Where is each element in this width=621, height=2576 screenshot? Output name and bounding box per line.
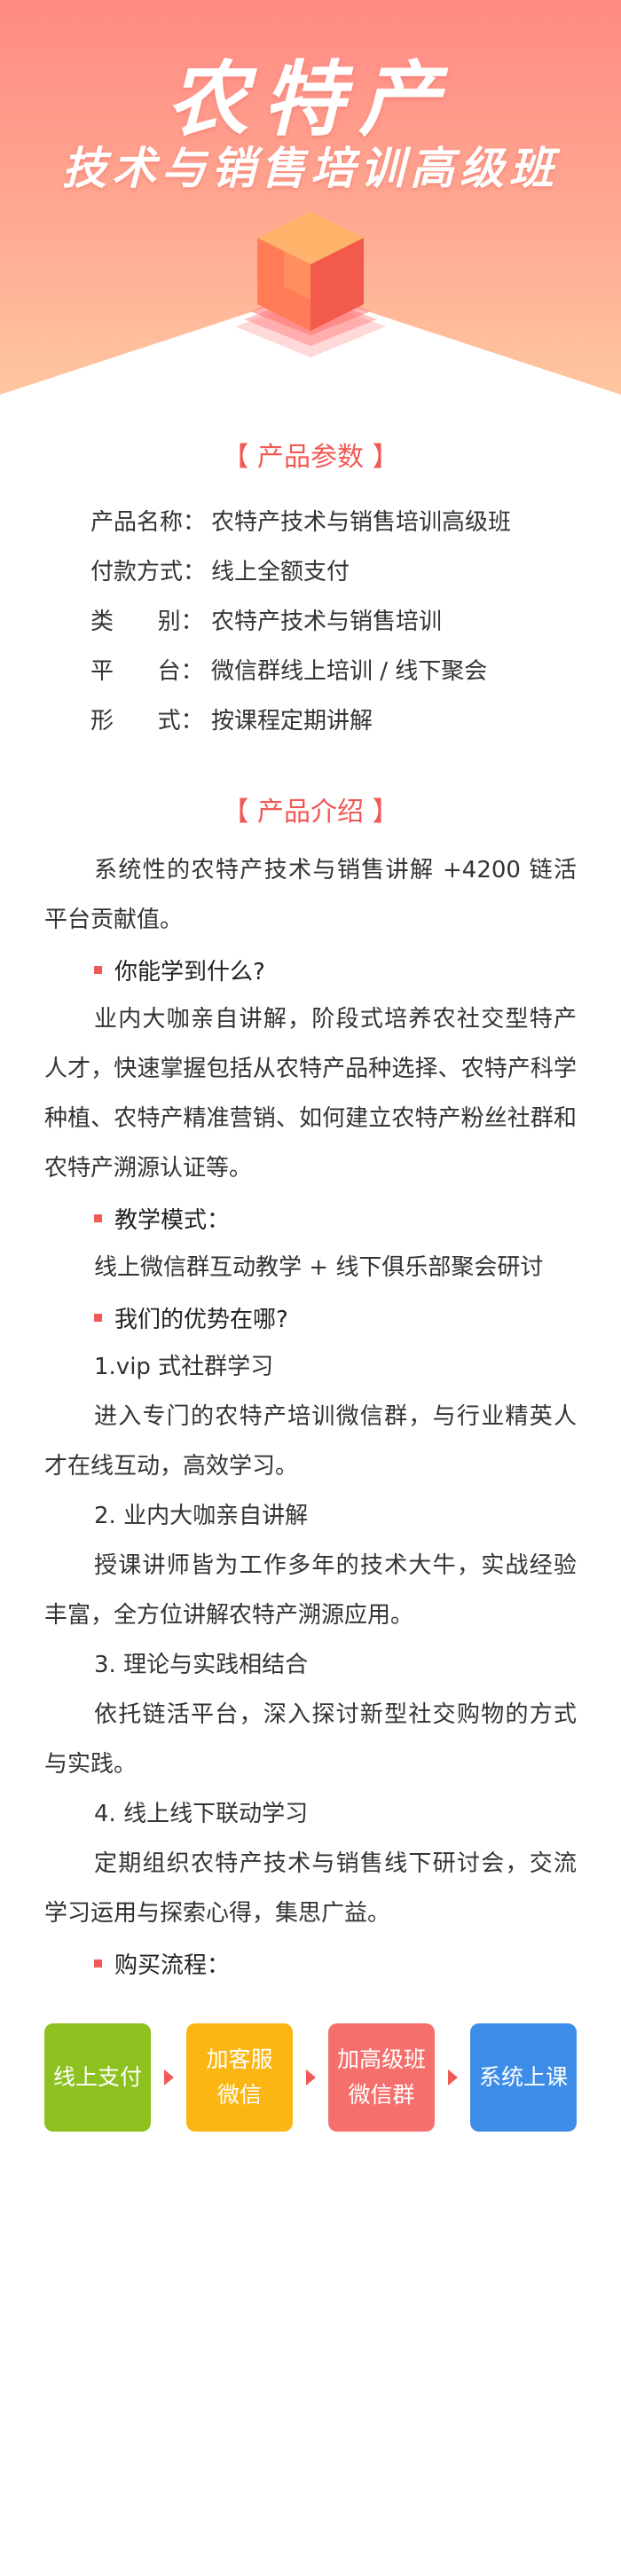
hero-subtitle: 技术与销售培训高级班	[62, 142, 559, 194]
param-row: 产品名称： 农特产技术与销售培训高级班	[90, 495, 511, 545]
param-row: 类 别： 农特产技术与销售培训	[90, 594, 511, 644]
bullet-square-icon	[94, 965, 102, 974]
advantage-text: 授课讲师皆为工作多年的技术大牛，实战经验丰富，全方位讲解农特产溯源应用。	[44, 1552, 577, 1629]
step-label: 加客服 微信	[206, 2046, 273, 2108]
param-value: 微信群线上培训 / 线下聚会	[211, 657, 488, 685]
bullet-heading: 我们的优势在哪?	[44, 1292, 577, 1342]
param-key: 付款方式：	[90, 558, 207, 585]
intro-paragraph: 线上微信群互动教学 + 线下俱乐部聚会研讨	[94, 1254, 544, 1281]
bullet-text: 你能学到什么?	[114, 958, 265, 986]
arrow-right-icon	[164, 2069, 174, 2085]
bullet-text: 教学模式：	[114, 1206, 231, 1234]
param-key: 类 别：	[90, 608, 204, 635]
process-step-pay: 线上支付	[44, 2023, 151, 2132]
hero-banner: 农特产 技术与销售培训高级班	[0, 0, 621, 408]
process-step-add-service: 加客服 微信	[186, 2023, 293, 2132]
intro-paragraph: 系统性的农特产技术与销售讲解 +4200 链活平台贡献值。	[44, 857, 577, 933]
param-row: 形 式： 按课程定期讲解	[90, 694, 511, 743]
param-value: 农特产技术与销售培训	[211, 608, 443, 635]
bullet-square-icon	[94, 1213, 102, 1222]
step-label: 线上支付	[52, 2064, 142, 2090]
purchase-process: 线上支付 加客服 微信 加高级班 微信群 系统上课	[44, 2023, 577, 2132]
advantage-text: 依托链活平台，深入探讨新型社交购物的方式与实践。	[44, 1701, 577, 1778]
bullet-heading: 购买流程：	[44, 1938, 577, 1988]
step-label: 加高级班 微信群	[336, 2046, 426, 2108]
param-row: 付款方式： 线上全额支付	[90, 545, 511, 594]
intro-body: 系统性的农特产技术与销售讲解 +4200 链活平台贡献值。 你能学到什么? 业内…	[44, 845, 577, 1988]
advantage-title: 2. 业内大咖亲自讲解	[94, 1503, 309, 1529]
intro-section-title: 【 产品介绍 】	[222, 797, 399, 828]
param-key: 平 台：	[90, 657, 204, 685]
process-step-join-group: 加高级班 微信群	[328, 2023, 435, 2132]
param-value: 线上全额支付	[211, 558, 350, 585]
bullet-text: 购买流程：	[114, 1952, 231, 1979]
params-list: 产品名称： 农特产技术与销售培训高级班 付款方式： 线上全额支付 类 别： 农特…	[90, 495, 511, 743]
advantage-title: 1.vip 式社群学习	[94, 1354, 274, 1380]
bullet-text: 我们的优势在哪?	[114, 1306, 288, 1333]
advantage-title: 3. 理论与实践相结合	[94, 1652, 309, 1678]
param-row: 平 台： 微信群线上培训 / 线下聚会	[90, 644, 511, 694]
intro-paragraph: 业内大咖亲自讲解，阶段式培养农社交型特产人才，快速掌握包括从农特产品种选择、农特…	[44, 1006, 577, 1182]
arrow-right-icon	[306, 2069, 316, 2085]
bullet-heading: 教学模式：	[44, 1193, 577, 1243]
param-key: 形 式：	[90, 707, 204, 734]
advantage-title: 4. 线上线下联动学习	[94, 1801, 309, 1827]
advantage-text: 进入专门的农特产培训微信群，与行业精英人才在线互动，高效学习。	[44, 1403, 577, 1480]
param-value: 农特产技术与销售培训高级班	[211, 508, 512, 536]
param-value: 按课程定期讲解	[211, 707, 373, 734]
advantage-text: 定期组织农特产技术与销售线下研讨会，交流学习运用与探索心得，集思广益。	[44, 1850, 577, 1927]
bullet-square-icon	[94, 1959, 102, 1967]
param-key: 产品名称：	[90, 508, 207, 536]
arrow-right-icon	[448, 2069, 458, 2085]
step-label: 系统上课	[478, 2064, 568, 2090]
params-section-title: 【 产品参数 】	[222, 442, 399, 473]
process-step-start-class: 系统上课	[470, 2023, 577, 2132]
bullet-square-icon	[94, 1313, 102, 1322]
cube-graphic	[235, 211, 386, 357]
bullet-heading: 你能学到什么?	[44, 945, 577, 994]
